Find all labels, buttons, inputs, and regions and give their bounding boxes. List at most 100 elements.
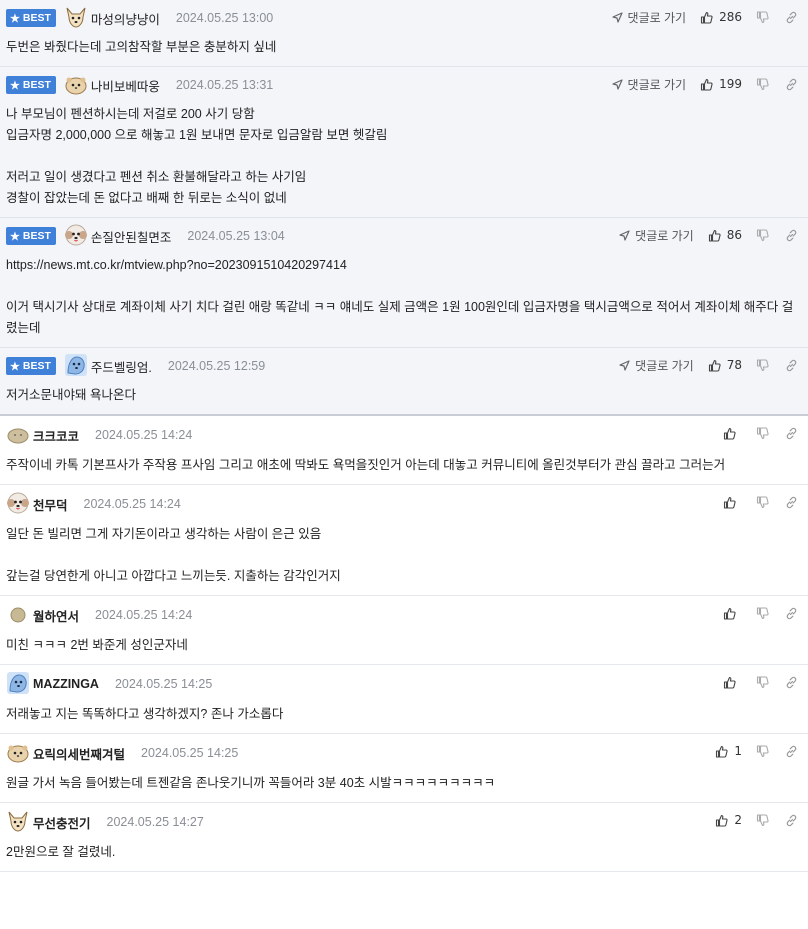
nickname[interactable]: 천무덕	[33, 495, 68, 514]
poodle-icon	[6, 491, 30, 518]
avatar[interactable]	[6, 492, 30, 516]
star-icon: ★	[10, 79, 20, 92]
downvote-button[interactable]	[756, 606, 769, 620]
star-icon: ★	[10, 360, 20, 373]
copy-link-button[interactable]	[785, 814, 798, 827]
upvote-count: 86	[726, 228, 742, 242]
downvote-button[interactable]	[756, 744, 769, 758]
thumbs-down-icon	[756, 495, 769, 508]
comment-date: 2024.05.25 13:31	[175, 78, 274, 92]
copy-link-button[interactable]	[785, 496, 798, 509]
avatar[interactable]	[64, 73, 88, 97]
best-label: BEST	[22, 12, 51, 24]
go-to-reply-link[interactable]: 댓글로 가기	[611, 76, 687, 93]
downvote-button[interactable]	[756, 495, 769, 509]
avatar[interactable]	[6, 741, 30, 765]
downvote-button[interactable]	[756, 358, 769, 372]
nickname[interactable]: MAZZINGA	[33, 677, 99, 691]
comment-actions: 댓글로 가기 86	[619, 225, 798, 245]
avatar[interactable]	[6, 671, 30, 698]
comment-date: 2024.05.25 14:24	[95, 608, 193, 622]
arrow-icon	[619, 359, 630, 371]
comment-date: 2024.05.25 14:24	[95, 428, 193, 442]
copy-link-button[interactable]	[785, 676, 798, 689]
link-icon	[786, 814, 797, 826]
comment-text: 일단 돈 빌리면 그게 자기돈이라고 생각하는 사람이 은근 있음 갚는걸 당연…	[6, 527, 341, 583]
avatar[interactable]	[6, 603, 30, 627]
comment-text: https://news.mt.co.kr/mtview.php?no=2023…	[6, 258, 794, 335]
avatar[interactable]	[64, 224, 88, 248]
upvote-button[interactable]	[723, 427, 742, 440]
blue-dog-icon	[64, 353, 88, 380]
comment-actions: 1	[715, 741, 798, 761]
upvote-button[interactable]: 286	[700, 10, 742, 24]
nickname[interactable]: 나비보베따웅	[91, 76, 160, 95]
comment-header: 천무덕 2024.05.25 14:24	[6, 492, 801, 516]
link-icon	[786, 607, 797, 619]
downvote-button[interactable]	[756, 675, 769, 689]
comment-item: ★ BEST 주드벨링엄. 2024.05.25 12:59 댓글로 가기 78 …	[0, 348, 808, 416]
comment-actions: 2	[715, 810, 798, 830]
downvote-button[interactable]	[756, 228, 769, 242]
link-icon	[786, 427, 797, 439]
upvote-button[interactable]: 78	[708, 358, 742, 372]
thumbs-up-icon	[716, 814, 728, 827]
thumbs-up-icon	[708, 229, 721, 242]
best-label: BEST	[22, 230, 51, 242]
go-to-reply-label: 댓글로 가기	[627, 77, 687, 92]
hamster-icon	[64, 72, 88, 99]
comment-actions: 댓글로 가기 286	[611, 7, 798, 27]
upvote-button[interactable]: 2	[715, 813, 742, 827]
avatar[interactable]	[6, 423, 30, 447]
thumbs-down-icon	[756, 77, 769, 90]
thumbs-down-icon	[756, 10, 769, 23]
copy-link-button[interactable]	[785, 78, 798, 91]
upvote-button[interactable]: 1	[715, 744, 742, 758]
dog-white-icon	[6, 809, 30, 836]
copy-link-button[interactable]	[785, 745, 798, 758]
copy-link-button[interactable]	[785, 11, 798, 24]
downvote-button[interactable]	[756, 813, 769, 827]
star-icon: ★	[10, 12, 20, 25]
blue-dog-icon	[6, 671, 30, 698]
nickname[interactable]: 월하연서	[33, 606, 79, 625]
comment-header: MAZZINGA 2024.05.25 14:25	[6, 671, 801, 698]
avatar[interactable]	[64, 6, 88, 30]
upvote-button[interactable]	[723, 496, 742, 509]
comment-item: ★ BEST 나비보베따웅 2024.05.25 13:31 댓글로 가기 199…	[0, 67, 808, 218]
arrow-icon	[619, 229, 630, 241]
downvote-button[interactable]	[756, 77, 769, 91]
best-badge: ★ BEST	[6, 357, 56, 375]
upvote-button[interactable]	[723, 676, 742, 689]
nickname[interactable]: 크크코코	[33, 426, 79, 445]
best-badge: ★ BEST	[6, 227, 56, 245]
comment-actions: 댓글로 가기 199	[611, 74, 798, 94]
nickname[interactable]: 주드벨링엄.	[91, 357, 152, 376]
downvote-button[interactable]	[756, 426, 769, 440]
copy-link-button[interactable]	[785, 229, 798, 242]
avatar[interactable]	[6, 810, 30, 834]
arrow-icon	[611, 78, 623, 90]
upvote-button[interactable]: 86	[708, 228, 742, 242]
go-to-reply-link[interactable]: 댓글로 가기	[611, 9, 686, 26]
nickname[interactable]: 무선충전기	[33, 813, 91, 832]
nickname[interactable]: 마성의냥냥이	[91, 9, 160, 28]
avatar[interactable]	[64, 353, 88, 380]
downvote-button[interactable]	[756, 10, 769, 24]
comment-header: 크크코코 2024.05.25 14:24	[6, 423, 801, 447]
link-icon	[786, 676, 797, 688]
upvote-button[interactable]	[723, 607, 742, 620]
link-icon	[786, 229, 797, 241]
copy-link-button[interactable]	[785, 359, 798, 372]
best-label: BEST	[22, 360, 51, 372]
upvote-button[interactable]: 199	[700, 77, 742, 91]
thumbs-down-icon	[756, 675, 769, 688]
go-to-reply-link[interactable]: 댓글로 가기	[619, 357, 694, 374]
copy-link-button[interactable]	[785, 427, 798, 440]
nickname[interactable]: 요릭의세번째겨털	[33, 744, 125, 763]
nickname[interactable]: 손질안된칠면조	[91, 227, 172, 246]
copy-link-button[interactable]	[785, 607, 798, 620]
go-to-reply-link[interactable]: 댓글로 가기	[619, 227, 694, 244]
comment-date: 2024.05.25 13:04	[187, 229, 285, 243]
comment-date: 2024.05.25 14:27	[106, 815, 204, 829]
